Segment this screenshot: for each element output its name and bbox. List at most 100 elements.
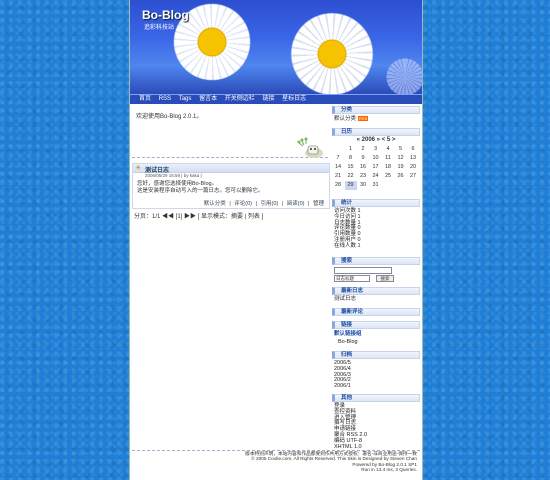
calendar-day[interactable]: 24 — [370, 172, 382, 181]
site-subtitle: 追彩科技站 — [144, 25, 175, 31]
calendar-day[interactable]: 22 — [345, 172, 357, 181]
nav-tags[interactable]: Tags — [179, 95, 192, 104]
sidebar-head-stats: 统计 — [332, 199, 420, 207]
calendar-day[interactable]: 19 — [395, 163, 407, 172]
sidebar-head-search: 搜索 — [332, 257, 420, 265]
calendar-day[interactable]: 3 — [370, 145, 382, 154]
calendar-day[interactable]: 20 — [407, 163, 419, 172]
calendar-day[interactable]: 14 — [332, 163, 344, 172]
calendar-nav[interactable]: « 2006 » < 5 > — [332, 137, 420, 143]
calendar-day[interactable]: 8 — [345, 154, 357, 163]
calendar-day[interactable]: 30 — [357, 181, 369, 190]
sidebar-head-label: 日历 — [341, 129, 353, 135]
calendar-week: 123456 — [332, 145, 420, 154]
calendar-day[interactable]: 1 — [345, 145, 357, 154]
calendar-day[interactable]: 12 — [395, 154, 407, 163]
sidebar-head-latest-comments: 最新评论 — [332, 308, 420, 316]
separator: | — [255, 201, 257, 207]
post-meta: 2006/05/29 16:59 | by kaka | — [145, 173, 202, 178]
post-category-link[interactable]: 默认分类 — [204, 201, 226, 207]
footer-runtime: Run in 13.4 ms, 3 Queries. — [361, 466, 417, 472]
calendar-day[interactable]: 29 — [344, 181, 357, 190]
calendar-day[interactable]: 21 — [332, 172, 344, 181]
footer: 版本特别声明，本站内容和作品都受到作共用方式授权：署名-非商业用途-保持一致 ©… — [132, 450, 420, 479]
calendar-day[interactable]: 16 — [357, 163, 369, 172]
post-title-bar: ☀ 测试日志 — [133, 164, 329, 174]
search-button[interactable]: 搜索 — [376, 275, 394, 282]
nav-guestbook[interactable]: 留言本 — [199, 95, 217, 104]
stats-list: 访问次数 1 今日访问 1 日志数量 1 评论数量 0 引用数量 0 注册用户 … — [334, 208, 361, 250]
sidebar-head-label: 分类 — [341, 107, 353, 113]
calendar-day[interactable]: 26 — [395, 172, 407, 181]
calendar-day[interactable]: 15 — [345, 163, 357, 172]
sidebar-head-label: 归档 — [341, 352, 353, 358]
calendar-day[interactable]: 17 — [370, 163, 382, 172]
nav-rss[interactable]: RSS — [159, 95, 171, 104]
pagination[interactable]: 分页：1/1 ◀◀ [1] ▶▶ [ 显示模式：摘要 | 列表 ] — [134, 211, 263, 220]
calendar-day[interactable]: 31 — [370, 181, 382, 190]
sidebar-head-calendar: 日历 — [332, 128, 420, 136]
category-label[interactable]: 默认分类 — [334, 116, 356, 122]
calendar-day[interactable]: 6 — [407, 145, 419, 154]
welcome-text: 欢迎使用Bo-Blog 2.0.1。 — [136, 114, 203, 120]
post-entry: ☀ 测试日志 2006/05/29 16:59 | by kaka | 您好，感… — [132, 163, 330, 209]
calendar-day[interactable]: 10 — [370, 154, 382, 163]
header-banner: Bo-Blog 追彩科技站 — [130, 0, 422, 94]
stat-item: 在线人数 1 — [334, 242, 361, 249]
nav-home[interactable]: 首页 — [139, 95, 151, 104]
sidebar-head-label: 最新日志 — [341, 288, 364, 294]
latest-post-link[interactable]: 测试日志 — [334, 296, 356, 303]
announcement-box: 欢迎使用Bo-Blog 2.0.1。 — [132, 107, 328, 158]
top-nav: 首页 RSS Tags 留言本 开关侧边栏 链接 星标日志 — [130, 94, 422, 104]
calendar-day[interactable]: 5 — [395, 145, 407, 154]
page: Bo-Blog 追彩科技站 首页 RSS Tags 留言本 开关侧边栏 链接 星… — [129, 0, 423, 480]
calendar-day[interactable]: 4 — [382, 145, 394, 154]
post-comments-link[interactable]: 评论(0) — [234, 201, 252, 207]
calendar-day[interactable]: 28 — [332, 181, 344, 190]
sidebar-head-label: 最新评论 — [341, 309, 364, 315]
link-group-title: 默认链接组 — [334, 331, 362, 337]
nav-starred[interactable]: 星标日志 — [282, 95, 306, 104]
calendar-day[interactable]: 18 — [382, 163, 394, 172]
search-type-select[interactable]: 日志标题 — [334, 275, 370, 282]
calendar-day[interactable]: 11 — [382, 154, 394, 163]
separator: | — [308, 201, 310, 207]
search-input[interactable] — [334, 267, 392, 274]
sun-icon: ☀ — [135, 165, 142, 172]
separator: | — [229, 201, 231, 207]
mascot-icon — [297, 137, 323, 158]
rss-badge[interactable]: RSS — [358, 116, 369, 121]
calendar-day[interactable]: 25 — [382, 172, 394, 181]
nav-toggle-sidebar[interactable]: 开关侧边栏 — [225, 95, 255, 104]
post-reads-link[interactable]: 阅读(0) — [287, 201, 305, 207]
calendar-day[interactable]: 13 — [407, 154, 419, 163]
post-manage-link[interactable]: 管理 — [313, 201, 324, 207]
sidebar-head-category: 分类 — [332, 106, 420, 114]
site-title[interactable]: Bo-Blog — [142, 8, 189, 22]
daisy-image — [380, 58, 422, 94]
sidebar-head-links: 链接 — [332, 321, 420, 329]
calendar-day[interactable]: 23 — [357, 172, 369, 181]
calendar-day[interactable]: 9 — [357, 154, 369, 163]
calendar-week: 21 22 23 24 25 26 27 — [332, 172, 420, 181]
sidebar-head-label: 搜索 — [341, 258, 353, 264]
sidebar-head-latest: 最新日志 — [332, 287, 420, 295]
calendar-week: 14 15 16 17 18 19 20 — [332, 163, 420, 172]
calendar-day[interactable]: 2 — [357, 145, 369, 154]
archive-item[interactable]: 2006/1 — [334, 383, 351, 390]
daisy-image — [280, 12, 384, 94]
sidebar-head-label: 其他 — [341, 395, 353, 401]
post-body-line: 这是安装程序自动写入的一篇日志。您可以删除它。 — [137, 187, 264, 194]
post-actions: 默认分类 | 评论(0) | 引用(0) | 阅读(0) | 管理 — [203, 199, 325, 207]
sidebar-head-label: 链接 — [341, 322, 353, 328]
category-item[interactable]: 默认分类 RSS — [334, 116, 369, 123]
archive-list: 2006/5 2006/4 2006/3 2006/2 2006/1 — [334, 360, 351, 390]
calendar-day[interactable]: 7 — [332, 154, 344, 163]
nav-links[interactable]: 链接 — [262, 95, 274, 104]
calendar-week: 28 29 30 31 — [332, 181, 420, 190]
sidebar-head-other: 其他 — [332, 394, 420, 402]
sidebar-head-archive: 归档 — [332, 351, 420, 359]
calendar-day[interactable]: 27 — [407, 172, 419, 181]
post-trackback-link[interactable]: 引用(0) — [261, 201, 279, 207]
link-item[interactable]: Bo-Blog — [338, 339, 358, 346]
